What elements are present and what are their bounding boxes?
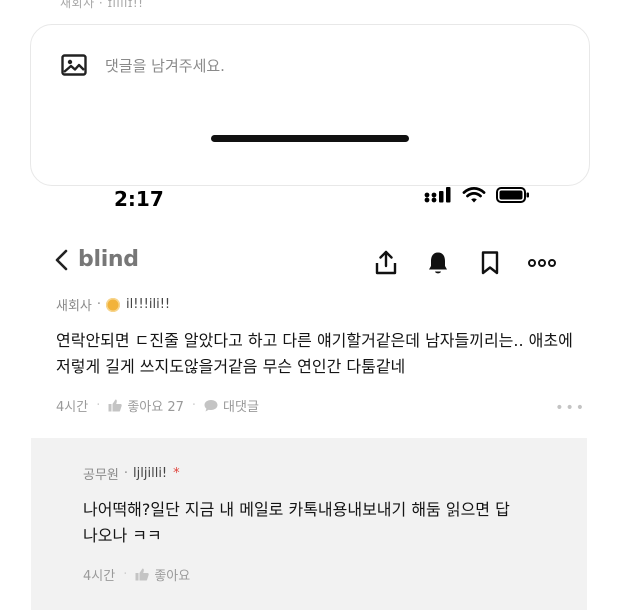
reply-time: 4시간 (83, 569, 116, 584)
comment: 새회사 · il!!!ili!! 연락안되면 ㄷ진줄 알았다고 하고 다른 얘기… (56, 295, 586, 416)
comment-time: 4시간 (56, 400, 89, 415)
comment-company[interactable]: 새회사 (56, 295, 92, 314)
status-icons (424, 186, 530, 208)
reply-box: 공무원 · ljljilli! * 나어떡해?일단 지금 내 메일로 카톡내용내… (31, 438, 587, 610)
image-icon[interactable] (61, 54, 87, 76)
reply-company[interactable]: 공무원 (83, 464, 119, 483)
bell-icon[interactable] (424, 249, 452, 277)
cellular-signal-icon (424, 186, 452, 208)
comment-input-placeholder[interactable]: 댓글을 남겨주세요. (105, 55, 225, 76)
screen: 새회사 · ɪlıııɪ!! 댓글을 남겨주세요. 2:17 blind 새회사… (0, 0, 619, 610)
brand-logo-text[interactable]: blind (78, 247, 139, 272)
comment-author-line: 새회사 · il!!!ili!! (56, 295, 586, 314)
reply-author-line: 공무원 · ljljilli! * (83, 464, 563, 483)
reply-text: 나어떡해?일단 지금 내 메일로 카톡내용내보내기 해둠 읽으면 답나오나 ㅋㅋ (83, 500, 510, 545)
reply-meta: 4시간 · 좋아요 (83, 565, 563, 584)
comment-separator: · (96, 297, 102, 312)
speech-bubble-icon (204, 400, 218, 412)
home-indicator (211, 135, 409, 142)
status-time: 2:17 (114, 187, 164, 211)
comment-text: 연락안되면 ㄷ진줄 알았다고 하고 다른 얘기할거같은데 남자들끼리는.. 애초… (56, 331, 573, 376)
share-icon[interactable] (372, 249, 400, 277)
reply-username[interactable]: ljljilli! (133, 466, 167, 481)
comment-more-icon[interactable]: ••• (555, 400, 586, 416)
nav-bar: blind (0, 243, 619, 287)
top-residual-text: 새회사 · ɪlıııɪ!! (60, 0, 144, 10)
comment-like-label[interactable]: 좋아요 27 (127, 396, 184, 415)
nav-actions (372, 249, 556, 277)
comment-like-button[interactable]: 좋아요 27 (108, 396, 184, 415)
bookmark-icon[interactable] (476, 249, 504, 277)
meta-separator: · (191, 398, 197, 413)
back-button[interactable]: blind (54, 247, 139, 272)
reply: 공무원 · ljljilli! * 나어떡해?일단 지금 내 메일로 카톡내용내… (83, 464, 563, 584)
comment-input-row[interactable]: 댓글을 남겨주세요. (61, 54, 225, 76)
battery-icon (496, 186, 530, 208)
meta-separator: · (96, 398, 101, 413)
user-badge-icon (106, 297, 121, 312)
comment-meta: 4시간 · 좋아요 27 · 대댓글 (56, 396, 586, 415)
status-bar: 2:17 (0, 180, 619, 220)
wifi-icon (462, 186, 486, 208)
reply-separator: · (123, 466, 129, 481)
op-marker: * (173, 466, 180, 481)
comment-username[interactable]: il!!!ili!! (126, 297, 170, 312)
reply-like-label[interactable]: 좋아요 (154, 565, 190, 584)
back-chevron-icon[interactable] (54, 249, 68, 271)
comment-reply-button[interactable]: 대댓글 (204, 396, 259, 415)
reply-like-button[interactable]: 좋아요 (135, 565, 190, 584)
more-options-icon[interactable] (528, 249, 556, 277)
comment-reply-label[interactable]: 대댓글 (223, 396, 259, 415)
thumbs-up-icon (135, 568, 150, 581)
thumbs-up-icon (108, 399, 123, 412)
comment-input-sheet: 댓글을 남겨주세요. (30, 24, 590, 186)
meta-separator: · (123, 567, 128, 582)
